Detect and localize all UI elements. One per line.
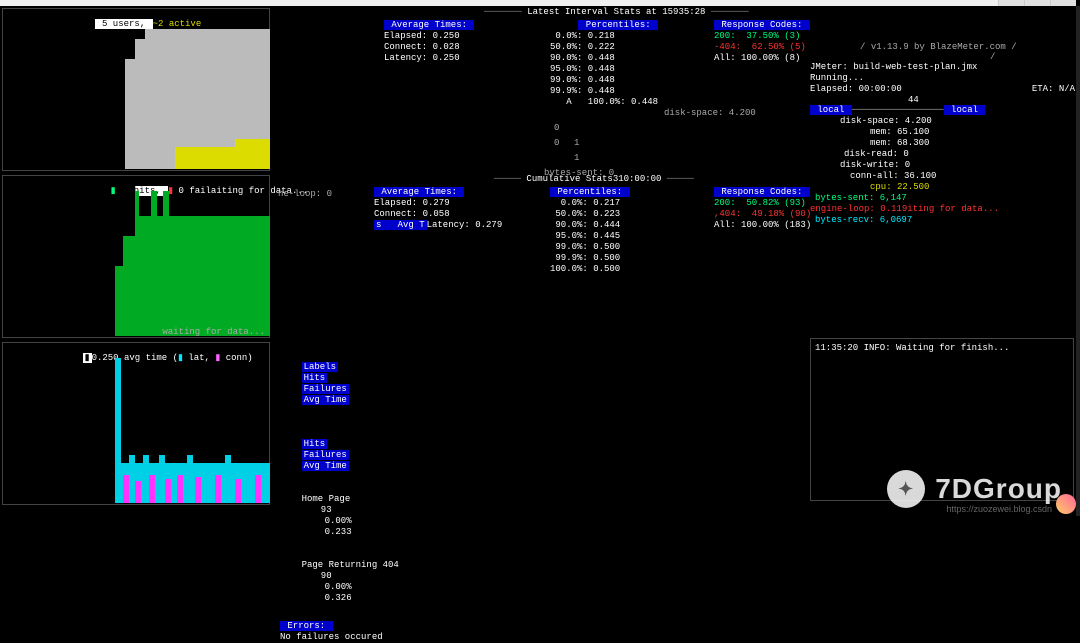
avg-connect: Connect: 0.028 bbox=[384, 42, 474, 53]
r0-fail: 0.00% bbox=[302, 516, 352, 527]
local-badge-right: local bbox=[944, 105, 986, 115]
time-panel: ▮0.250 avg time (▮ lat, ▮ conn) bbox=[2, 342, 270, 505]
jmeter-line: JMeter: build-web-test-plan.jmx bbox=[810, 62, 977, 73]
r0-hits: 93 bbox=[302, 505, 332, 516]
latest-title: Latest Interval Stats at 15935:28 bbox=[522, 7, 711, 17]
loc-engine: engine-loop: 0.119iting for data... bbox=[810, 204, 999, 215]
c-pct-h: Percentiles: bbox=[550, 187, 630, 197]
c-avg-h: Average Times: bbox=[374, 187, 464, 197]
wechat-icon: ✦ bbox=[887, 470, 925, 508]
table-row: Home Page 93 0.00% 0.233 bbox=[280, 483, 804, 549]
avg-latency: Latency: 0.250 bbox=[384, 53, 474, 64]
zero-2: 1 bbox=[574, 138, 579, 149]
zero-3: 1 bbox=[574, 153, 579, 164]
avg-times-header: Average Times: bbox=[384, 20, 474, 30]
hits-panel: ▮01 hits, ▮ 0 failaiting for data... wai… bbox=[2, 175, 270, 338]
cp-50: 50.0%: 0.223 bbox=[550, 209, 630, 220]
pct-0: 0.0%: 0.218 bbox=[550, 31, 658, 42]
pct-999: 99.9%: 0.448 bbox=[550, 86, 658, 97]
cp-99: 99.0%: 0.500 bbox=[550, 242, 630, 253]
avg-elapsed: Elapsed: 0.250 bbox=[384, 31, 474, 42]
avatar bbox=[1056, 494, 1076, 514]
th-hits: Hits bbox=[302, 373, 328, 383]
loc-diskw: disk-write: 0 bbox=[810, 160, 999, 171]
latest-interval-panel: ─────── Latest Interval Stats at 15935:2… bbox=[274, 8, 804, 171]
cp-0: 0.0%: 0.217 bbox=[550, 198, 630, 209]
users-panel: 5 users, ~2 active bbox=[2, 8, 270, 171]
max-button[interactable] bbox=[1024, 0, 1050, 6]
errors-header: Errors: bbox=[280, 621, 333, 631]
r1-hits: 90 bbox=[302, 571, 332, 582]
r1-label: Page Returning 404 bbox=[302, 560, 412, 571]
time-chart bbox=[115, 353, 270, 503]
th-labels: Labels bbox=[302, 362, 338, 372]
rc-all: All: 100.00% (8) bbox=[714, 53, 810, 64]
close-button[interactable] bbox=[1050, 0, 1076, 6]
cp-100: 100.0%: 0.500 bbox=[550, 264, 630, 275]
pct-100: A 100.0%: 0.448 bbox=[550, 97, 658, 108]
min-button[interactable] bbox=[998, 0, 1024, 6]
loc-brecv: bytes-recv: 6,0697 bbox=[810, 215, 999, 226]
c-rc-h: Response Codes: bbox=[714, 187, 810, 197]
url-watermark: https://zuozewei.blog.csdn bbox=[946, 504, 1052, 514]
watermark: ✦ 7DGroup bbox=[887, 470, 1062, 508]
c-connect: Connect: 0.058 bbox=[374, 209, 502, 220]
pct-header: Percentiles: bbox=[578, 20, 658, 30]
zero-0: 0 bbox=[554, 123, 559, 134]
table-row: Page Returning 404 90 0.00% 0.326 bbox=[280, 549, 804, 615]
c-rc200: 200: 50.82% (93) bbox=[714, 198, 811, 209]
cumul-title: Cumulative Stats310:00:00 bbox=[521, 174, 667, 184]
c-elapsed: Elapsed: 0.279 bbox=[374, 198, 502, 209]
c-latency: Latency: 0.279 bbox=[427, 220, 503, 230]
cumulative-panel: ───── Cumulative Stats310:00:00 ───── ne… bbox=[274, 175, 804, 338]
pct-99: 99.0%: 0.448 bbox=[550, 75, 658, 86]
cp-999: 99.9%: 0.500 bbox=[550, 253, 630, 264]
cp-90: 90.0%: 0.444 bbox=[550, 220, 630, 231]
disk-space: disk-space: 4.200 bbox=[664, 108, 756, 119]
rc-200: 200: 37.50% (3) bbox=[714, 31, 810, 42]
sh-avg: Avg Time bbox=[302, 461, 349, 471]
loc-bsent: bytes-sent: 6,147 bbox=[810, 193, 999, 204]
pct-95: 95.0%: 0.448 bbox=[550, 64, 658, 75]
r1-fail: 0.00% bbox=[302, 582, 352, 593]
th-fail: Failures bbox=[302, 384, 349, 394]
eta: ETA: N/A bbox=[1032, 84, 1075, 94]
ne-loop: ne-loop: 0 bbox=[278, 189, 332, 200]
pct-90: 90.0%: 0.448 bbox=[550, 53, 658, 64]
log-line: 11:35:20 INFO: Waiting for finish... bbox=[811, 339, 1073, 358]
elapsed: Elapsed: 00:00:00 bbox=[810, 84, 902, 94]
loc-cpu: cpu: 22.500 bbox=[810, 182, 999, 193]
c-avgt-prefix: s Avg T bbox=[374, 220, 427, 230]
r1-avg: 0.326 bbox=[302, 593, 352, 604]
r0-label: Home Page bbox=[302, 494, 412, 505]
waiting-label: waiting for data... bbox=[162, 327, 265, 338]
local-badge-left: local bbox=[810, 105, 852, 115]
errors-msg: No failures occured bbox=[280, 632, 804, 643]
running: Running... bbox=[810, 73, 864, 84]
version-label: v1.13.9 by BlazeMeter.com bbox=[871, 42, 1006, 52]
cp-95: 95.0%: 0.445 bbox=[550, 231, 630, 242]
labels-table-panel: Labels Hits Failures Avg Time Hits Failu… bbox=[280, 340, 804, 643]
r0-avg: 0.233 bbox=[302, 527, 352, 538]
loc-diskr: disk-read: 0 bbox=[810, 149, 999, 160]
c-rcall: All: 100.00% (183) bbox=[714, 220, 811, 231]
loc-conn: conn-all: 36.100 bbox=[810, 171, 999, 182]
sh-fail: Failures bbox=[302, 450, 349, 460]
rc-header: Response Codes: bbox=[714, 20, 810, 30]
hits-chart bbox=[115, 186, 270, 336]
loc-mem1: mem: 65.100 bbox=[810, 127, 999, 138]
c-rc404: ,404: 49.18% (90) bbox=[714, 209, 811, 220]
loc-disk: disk-space: 4.200 bbox=[810, 116, 999, 127]
scrollbar[interactable] bbox=[1076, 6, 1080, 516]
loc-mem2: mem: 68.300 bbox=[810, 138, 999, 149]
rc-404: -404: 62.50% (5) bbox=[714, 42, 810, 53]
zero-1: 0 bbox=[554, 138, 559, 149]
users-chart bbox=[115, 19, 270, 169]
sh-hits: Hits bbox=[302, 439, 328, 449]
pct-50: 50.0%: 0.222 bbox=[550, 42, 658, 53]
window-title-bar bbox=[0, 0, 1076, 6]
th-avg: Avg Time bbox=[302, 395, 349, 405]
watermark-text: 7DGroup bbox=[935, 473, 1062, 505]
